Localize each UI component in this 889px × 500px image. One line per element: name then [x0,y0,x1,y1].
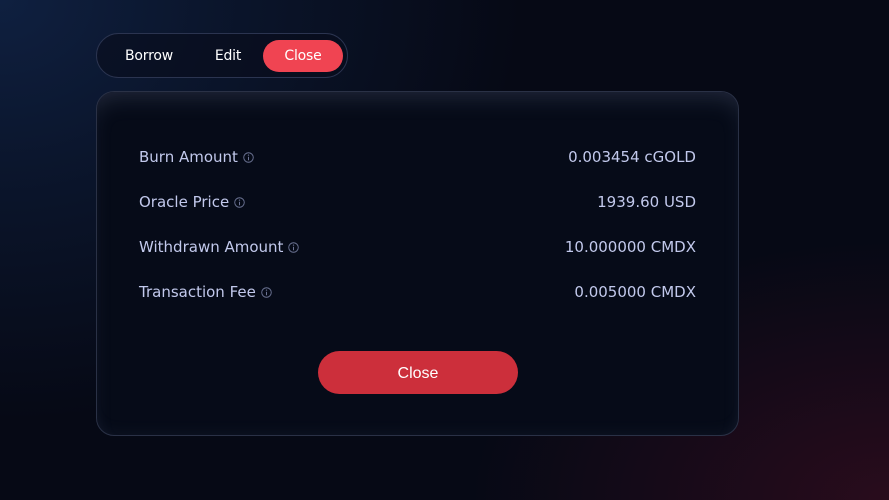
close-position-card: Burn Amount 0.003454 cGOLD Oracle Price … [96,91,739,436]
tab-close[interactable]: Close [263,40,343,72]
detail-row-withdrawn-amount: Withdrawn Amount 10.000000 CMDX [139,235,696,259]
info-icon[interactable] [234,197,245,208]
detail-label-withdrawn-amount: Withdrawn Amount [139,235,300,259]
detail-label-oracle-price: Oracle Price [139,190,245,214]
detail-row-oracle-price: Oracle Price 1939.60 USD [139,190,696,214]
info-icon[interactable] [261,287,272,298]
detail-row-burn-amount: Burn Amount 0.003454 cGOLD [139,145,696,169]
info-icon[interactable] [243,152,254,163]
detail-value-withdrawn-amount: 10.000000 CMDX [564,238,696,256]
detail-value-oracle-price: 1939.60 USD [597,193,696,211]
info-icon[interactable] [288,242,300,253]
close-position-button[interactable]: Close [318,351,518,394]
detail-label-burn-amount: Burn Amount [139,145,254,169]
detail-value-burn-amount: 0.003454 cGOLD [568,148,696,166]
detail-row-transaction-fee: Transaction Fee 0.005000 CMDX [139,280,696,304]
detail-label-transaction-fee: Transaction Fee [139,280,272,304]
tab-borrow[interactable]: Borrow [109,40,189,72]
detail-value-transaction-fee: 0.005000 CMDX [574,283,696,301]
action-tabs: Borrow Edit Close [96,33,348,78]
tab-edit[interactable]: Edit [193,40,263,72]
